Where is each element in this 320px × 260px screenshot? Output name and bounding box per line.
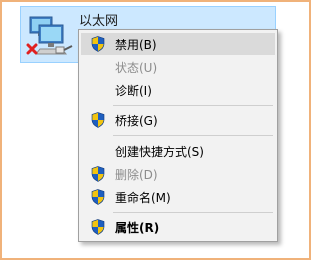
menu-item-label: 重命名(M)	[115, 191, 171, 205]
menu-item-diagnose[interactable]: 诊断(I)	[81, 79, 275, 101]
menu-item-create-shortcut[interactable]: 创建快捷方式(S)	[81, 140, 275, 162]
menu-item-label: 诊断(I)	[115, 84, 152, 98]
network-adapter-disconnected-icon	[26, 16, 73, 55]
menu-item-bridge[interactable]: 桥接(G)	[81, 109, 275, 131]
menu-item-disable[interactable]: 禁用(B)	[81, 33, 275, 55]
uac-shield-icon	[91, 166, 105, 182]
uac-shield-icon	[91, 36, 105, 52]
menu-separator	[113, 212, 273, 213]
menu-item-label: 创建快捷方式(S)	[115, 145, 204, 159]
menu-item-delete[interactable]: 删除(D)	[81, 163, 275, 185]
menu-item-label: 禁用(B)	[115, 38, 157, 52]
menu-separator	[113, 135, 273, 136]
menu-item-label: 属性(R)	[115, 221, 160, 235]
uac-shield-icon	[91, 189, 105, 205]
context-menu: 禁用(B) 状态(U) 诊断(I) 桥接(G) 创建快捷方式(S) 删除(D) …	[78, 29, 278, 242]
uac-shield-icon	[91, 112, 105, 128]
menu-item-rename[interactable]: 重命名(M)	[81, 186, 275, 208]
menu-item-label: 状态(U)	[115, 61, 158, 75]
menu-separator	[113, 105, 273, 106]
menu-item-label: 桥接(G)	[115, 114, 158, 128]
menu-item-label: 删除(D)	[115, 168, 158, 182]
network-adapter-name: 以太网	[79, 14, 119, 29]
menu-item-properties[interactable]: 属性(R)	[81, 216, 275, 238]
menu-item-status[interactable]: 状态(U)	[81, 56, 275, 78]
uac-shield-icon	[91, 219, 105, 235]
